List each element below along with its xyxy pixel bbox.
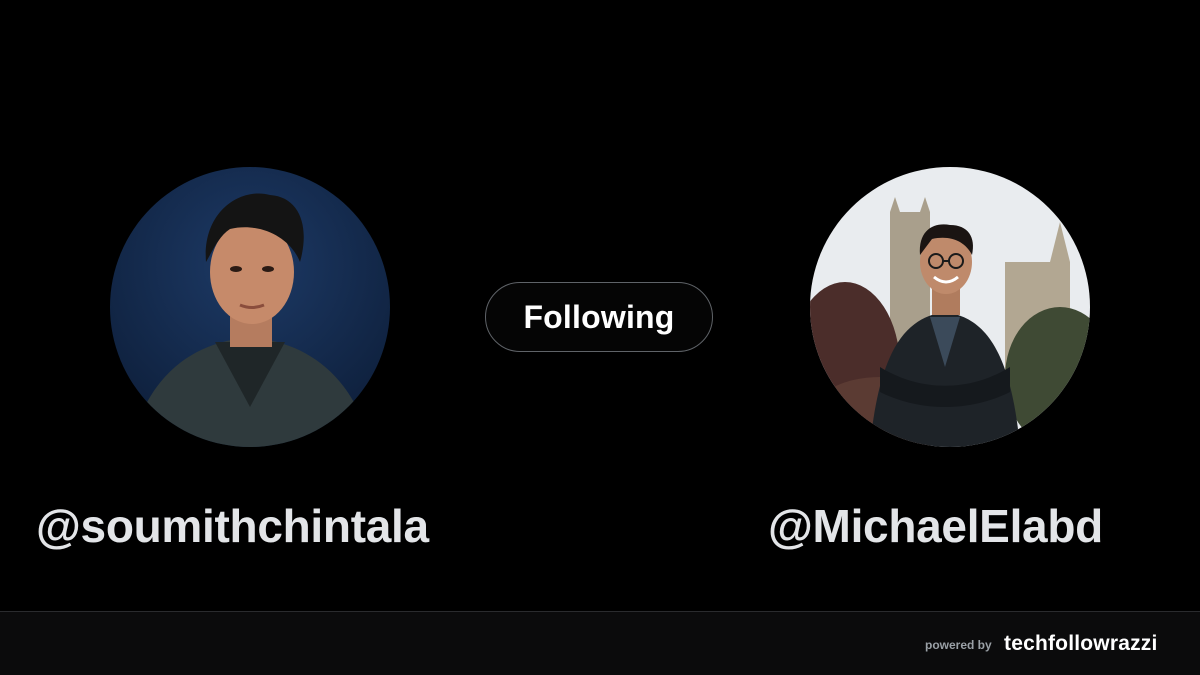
footer-bar: powered by techfollowrazzi <box>0 611 1200 675</box>
follow-card: Following @soumithchintala @MichaelElabd… <box>0 0 1200 675</box>
powered-by-label: powered by <box>925 638 992 652</box>
followed-handle[interactable]: @MichaelElabd <box>768 496 1148 556</box>
following-status-badge[interactable]: Following <box>485 282 713 352</box>
brand-logo-text[interactable]: techfollowrazzi <box>1004 632 1158 656</box>
follower-handle[interactable]: @soumithchintala <box>36 496 476 556</box>
follower-avatar-photo <box>110 167 390 447</box>
following-label: Following <box>523 298 675 335</box>
followed-avatar-photo <box>810 167 1090 447</box>
followed-avatar[interactable] <box>810 167 1090 447</box>
follower-avatar[interactable] <box>110 167 390 447</box>
